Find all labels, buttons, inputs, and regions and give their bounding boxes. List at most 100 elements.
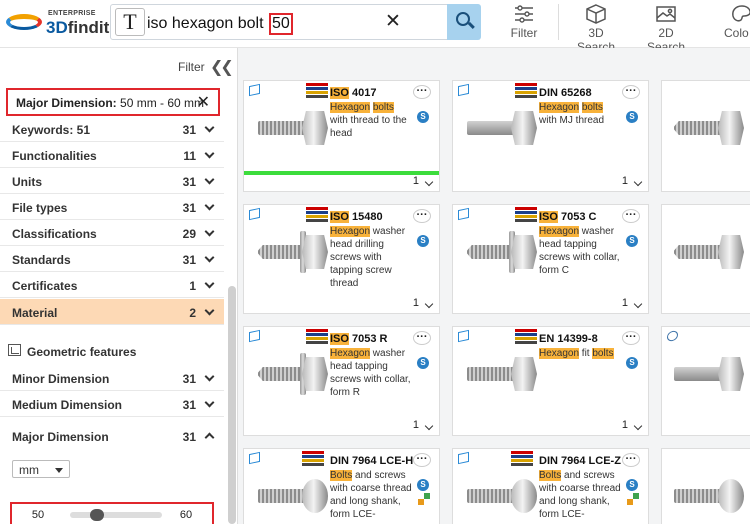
- 3d-model-icon: [458, 207, 469, 221]
- language-flags-icon: [515, 329, 537, 347]
- toolbar-divider: [558, 4, 559, 40]
- 2d-search-button[interactable]: 2D Search: [638, 0, 694, 54]
- result-card[interactable]: ···: [661, 448, 750, 524]
- facet-minor-dimension[interactable]: Minor Dimension 31: [0, 365, 224, 391]
- chevron-down-icon: [204, 200, 215, 211]
- range-max-input[interactable]: 60: [164, 508, 208, 522]
- 3d-search-button[interactable]: 3D Search: [568, 0, 624, 54]
- active-filter-value: 50 mm - 60 mm: [120, 96, 205, 110]
- part-thumbnail: [463, 351, 539, 399]
- color-search-button[interactable]: Colo: [720, 0, 750, 48]
- chevron-down-icon[interactable]: [424, 177, 434, 187]
- result-card[interactable]: EN 14399-8 Hexagon fit bolts ··· S 1: [452, 326, 649, 436]
- selected-indicator: [244, 171, 439, 175]
- collapse-sidebar-icon[interactable]: ❮❮: [210, 57, 234, 77]
- facet-units[interactable]: Units 31: [0, 168, 224, 194]
- chevron-down-icon[interactable]: [633, 421, 643, 431]
- facet-classifications[interactable]: Classifications 29: [0, 220, 224, 246]
- facet-standards[interactable]: Standards 31: [0, 246, 224, 272]
- filter-button[interactable]: Filter: [506, 0, 542, 48]
- more-options-button[interactable]: ···: [622, 331, 640, 345]
- chevron-down-icon: [204, 278, 215, 289]
- search-button[interactable]: [447, 4, 481, 40]
- clear-search-button[interactable]: ✕: [383, 11, 403, 33]
- result-card[interactable]: ···: [661, 80, 750, 192]
- supplier-badge-icon: S: [626, 111, 638, 123]
- palette-icon: [730, 4, 750, 24]
- supplier-badge-icon: S: [417, 235, 429, 247]
- more-options-button[interactable]: ···: [622, 453, 640, 467]
- part-thumbnail: [670, 473, 746, 521]
- supplier-badge-icon: S: [626, 479, 638, 491]
- chevron-down-icon[interactable]: [424, 299, 434, 309]
- more-options-button[interactable]: ···: [622, 85, 640, 99]
- active-filter-name: Major Dimension:: [16, 96, 117, 110]
- more-options-button[interactable]: ···: [622, 209, 640, 223]
- part-thumbnail: [463, 229, 539, 277]
- results-grid: ISO 4017 Hexagon bolts with thread to th…: [238, 48, 750, 524]
- language-flags-icon: [515, 83, 537, 101]
- chevron-down-icon: [204, 226, 215, 237]
- logo[interactable]: ENTERPRISE 3Dfindit: [6, 6, 109, 40]
- result-description: Hexagon washer head drilling screws with…: [330, 226, 406, 289]
- result-card[interactable]: ISO 4017 Hexagon bolts with thread to th…: [243, 80, 440, 192]
- supplier-badge-icon: S: [417, 111, 429, 123]
- range-slider-track[interactable]: [70, 512, 162, 518]
- more-options-button[interactable]: ···: [413, 85, 431, 99]
- chevron-down-icon[interactable]: [424, 421, 434, 431]
- text-type-icon[interactable]: T: [115, 8, 145, 36]
- image-icon: [654, 4, 678, 24]
- result-card[interactable]: DIN 7964 LCE-Z Bolts and screws with coa…: [452, 448, 649, 524]
- search-input[interactable]: iso hexagon bolt 50: [147, 13, 293, 35]
- part-thumbnail: [254, 105, 330, 153]
- more-options-button[interactable]: ···: [413, 209, 431, 223]
- sidebar-scrollbar[interactable]: [228, 286, 236, 524]
- result-card[interactable]: ISO 7053 C Hexagon washer head tapping s…: [452, 204, 649, 314]
- range-min-input[interactable]: 50: [16, 508, 60, 522]
- more-options-button[interactable]: ···: [413, 331, 431, 345]
- search-bar: T iso hexagon bolt 50 ✕: [110, 4, 481, 40]
- logo-subtitle: ENTERPRISE: [48, 10, 96, 17]
- part-thumbnail: [254, 473, 330, 521]
- 3d-model-icon: [458, 329, 469, 343]
- facet-keywords[interactable]: Keywords: 51 31: [0, 116, 224, 142]
- language-flags-icon: [306, 207, 328, 225]
- facet-medium-dimension[interactable]: Medium Dimension 31: [0, 391, 224, 417]
- result-card[interactable]: ISO 15480 Hexagon washer head drilling s…: [243, 204, 440, 314]
- remove-filter-icon[interactable]: ✕: [197, 92, 210, 112]
- result-card[interactable]: DIN 65268 Hexagon bolts with MJ thread ·…: [452, 80, 649, 192]
- result-description: Hexagon bolts with thread to the head: [330, 102, 407, 139]
- result-card[interactable]: ···: [661, 204, 750, 314]
- part-thumbnail: [463, 473, 539, 521]
- app-header: ENTERPRISE 3Dfindit T iso hexagon bolt 5…: [0, 0, 750, 54]
- part-thumbnail: [254, 351, 330, 399]
- result-card[interactable]: ISO 7053 R Hexagon washer head tapping s…: [243, 326, 440, 436]
- dropdown-arrow-icon: [55, 468, 63, 473]
- facet-material[interactable]: Material 2: [0, 299, 224, 325]
- result-card[interactable]: DIN 7964 LCE-H Bolts and screws with coa…: [243, 448, 440, 524]
- chevron-down-icon[interactable]: [633, 177, 643, 187]
- chevron-down-icon[interactable]: [633, 299, 643, 309]
- facet-major-dimension[interactable]: Major Dimension 31: [0, 423, 224, 449]
- filter-heading: Filter: [178, 60, 205, 74]
- result-card[interactable]: ···: [661, 326, 750, 436]
- part-thumbnail: [463, 105, 539, 153]
- language-flags-icon: [511, 451, 533, 469]
- supplier-badge-icon: S: [626, 357, 638, 369]
- facet-certificates[interactable]: Certificates 1: [0, 272, 224, 298]
- facet-file-types[interactable]: File types 31: [0, 194, 224, 220]
- more-options-button[interactable]: ···: [413, 453, 431, 467]
- part-thumbnail: [670, 229, 746, 277]
- 3d-model-icon: [249, 451, 260, 465]
- chevron-down-icon: [204, 122, 215, 133]
- assembly-icon: [667, 329, 678, 343]
- range-slider-handle[interactable]: [89, 509, 104, 521]
- chevron-down-icon: [204, 397, 215, 408]
- result-description: Bolts and screws with coarse thread and …: [330, 470, 412, 520]
- language-flags-icon: [306, 83, 328, 101]
- unit-select[interactable]: mm: [12, 460, 70, 478]
- active-filter-chip: Major Dimension: 50 mm - 60 mm ✕: [6, 88, 220, 116]
- chevron-down-icon: [204, 252, 215, 263]
- language-flags-icon: [515, 207, 537, 225]
- facet-functionalities[interactable]: Functionalities 11: [0, 142, 224, 168]
